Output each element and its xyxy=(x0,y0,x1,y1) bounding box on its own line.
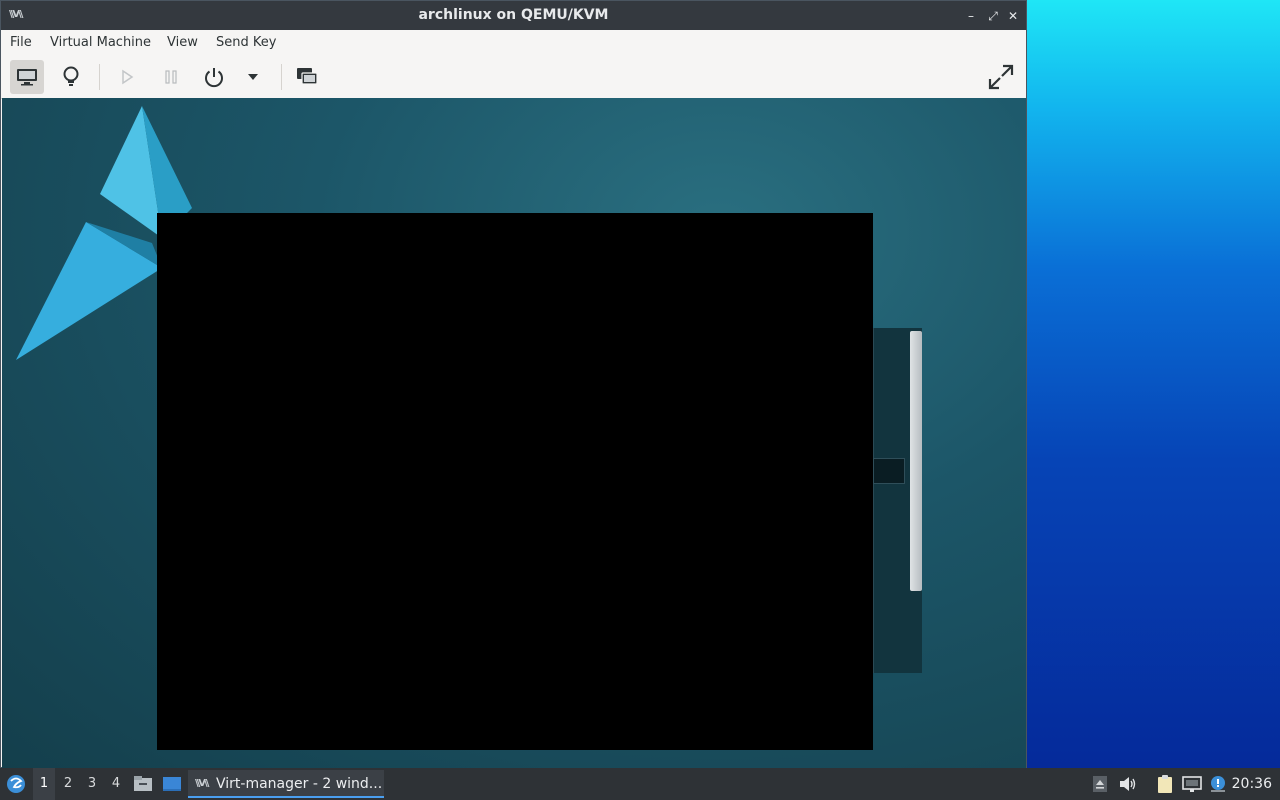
guest-black-window[interactable] xyxy=(157,213,873,750)
fullscreen-icon xyxy=(988,64,1014,90)
pause-icon xyxy=(165,70,177,84)
toolbar xyxy=(1,56,1026,99)
menu-virtual-machine[interactable]: Virtual Machine xyxy=(50,30,151,56)
menu-bar: File Virtual Machine View Send Key xyxy=(1,30,1026,57)
shutdown-menu-button[interactable] xyxy=(236,60,270,94)
run-button[interactable] xyxy=(110,60,144,94)
show-desktop-button[interactable] xyxy=(162,774,182,794)
monitor-icon xyxy=(17,69,37,86)
virt-manager-logo: \\V\\ xyxy=(195,778,209,789)
play-icon xyxy=(122,69,134,85)
lightbulb-icon xyxy=(63,66,79,86)
workspace-1[interactable]: 1 xyxy=(33,768,55,800)
show-console-button[interactable] xyxy=(10,60,44,94)
clock[interactable]: 20:36 xyxy=(1232,768,1272,800)
notifications-button[interactable] xyxy=(1208,774,1228,794)
window-titlebar[interactable]: \\V\\ archlinux on QEMU/KVM – ⤢ ✕ xyxy=(1,1,1026,30)
clipboard-button[interactable] xyxy=(1155,774,1175,794)
network-button[interactable] xyxy=(1182,774,1202,794)
taskbar-item-label: Virt-manager - 2 wind... xyxy=(216,776,383,792)
maximize-button[interactable]: ⤢ xyxy=(985,8,1001,24)
workspace-2[interactable]: 2 xyxy=(57,768,79,800)
chevron-down-icon xyxy=(248,74,258,80)
workspace-4[interactable]: 4 xyxy=(105,768,127,800)
close-button[interactable]: ✕ xyxy=(1005,8,1021,24)
taskbar-item-virt-manager[interactable]: \\V\\ Virt-manager - 2 wind... xyxy=(188,770,384,798)
menu-send-key[interactable]: Send Key xyxy=(216,30,276,56)
fullscreen-button[interactable] xyxy=(984,60,1018,94)
shutdown-button[interactable] xyxy=(197,60,231,94)
start-menu-button[interactable] xyxy=(5,773,27,795)
snapshots-icon xyxy=(297,68,318,85)
taskbar: 1 2 3 4 \\V\\ Virt-manager - 2 wind... 2… xyxy=(0,768,1280,800)
show-details-button[interactable] xyxy=(54,60,88,94)
vm-console-window: \\V\\ archlinux on QEMU/KVM – ⤢ ✕ File V… xyxy=(0,0,1027,768)
window-title: archlinux on QEMU/KVM xyxy=(418,7,609,23)
minimize-button[interactable]: – xyxy=(963,8,979,24)
volume-button[interactable] xyxy=(1118,774,1138,794)
snapshots-button[interactable] xyxy=(290,60,324,94)
power-icon xyxy=(205,68,223,88)
guest-display[interactable] xyxy=(2,98,1026,768)
folder-icon xyxy=(134,776,152,791)
menu-view[interactable]: View xyxy=(167,30,198,56)
guest-input-field[interactable] xyxy=(873,458,905,484)
app-menu-icon xyxy=(7,775,25,793)
toolbar-separator xyxy=(99,64,100,90)
speaker-icon xyxy=(1120,777,1136,791)
clipboard-icon xyxy=(1158,775,1172,793)
toolbar-separator xyxy=(281,64,282,90)
tray-expand-button[interactable] xyxy=(1090,774,1110,794)
guest-scrollbar[interactable] xyxy=(910,331,922,591)
network-icon xyxy=(1182,776,1202,792)
workspace-3[interactable]: 3 xyxy=(81,768,103,800)
desktop-icon xyxy=(163,777,181,791)
file-manager-launcher[interactable] xyxy=(133,774,153,794)
eject-icon xyxy=(1093,776,1107,792)
pause-button[interactable] xyxy=(154,60,188,94)
menu-file[interactable]: File xyxy=(10,30,32,56)
notification-icon xyxy=(1211,776,1225,792)
